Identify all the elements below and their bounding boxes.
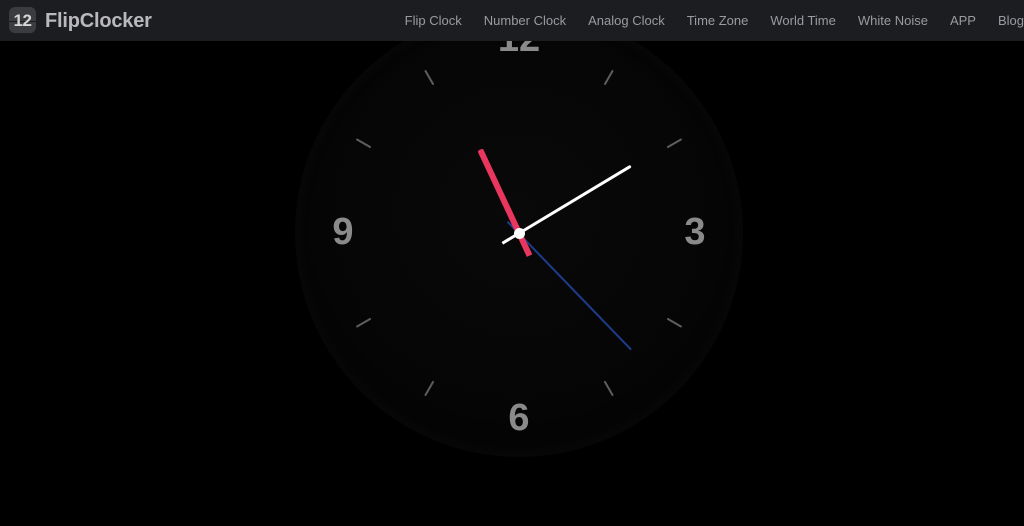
clock-center-dot	[513, 227, 525, 239]
nav-item-blog[interactable]: Blog	[998, 14, 1024, 27]
main-navigation: Flip Clock Number Clock Analog Clock Tim…	[405, 14, 1024, 27]
clock-stage: 12 3 6 9 Full Screen	[0, 41, 1024, 526]
site-header: 12 FlipClocker Flip Clock Number Clock A…	[0, 0, 1024, 41]
nav-item-world-time[interactable]: World Time	[770, 14, 836, 27]
nav-item-app[interactable]: APP	[950, 14, 976, 27]
brand-logo-text: 12	[13, 11, 32, 30]
nav-item-white-noise[interactable]: White Noise	[858, 14, 928, 27]
clock-numeral-3: 3	[684, 211, 706, 253]
clock-numeral-9: 9	[332, 211, 354, 253]
flip-clock-logo-icon: 12	[9, 7, 36, 34]
clock-numeral-6: 6	[508, 397, 530, 439]
nav-item-number-clock[interactable]: Number Clock	[484, 14, 566, 27]
brand-logo-link[interactable]: 12 FlipClocker	[9, 7, 152, 34]
brand-name: FlipClocker	[45, 9, 152, 32]
nav-item-time-zone[interactable]: Time Zone	[687, 14, 749, 27]
clock-numeral-12: 12	[484, 41, 554, 58]
nav-item-analog-clock[interactable]: Analog Clock	[588, 14, 665, 27]
nav-item-flip-clock[interactable]: Flip Clock	[405, 14, 462, 27]
